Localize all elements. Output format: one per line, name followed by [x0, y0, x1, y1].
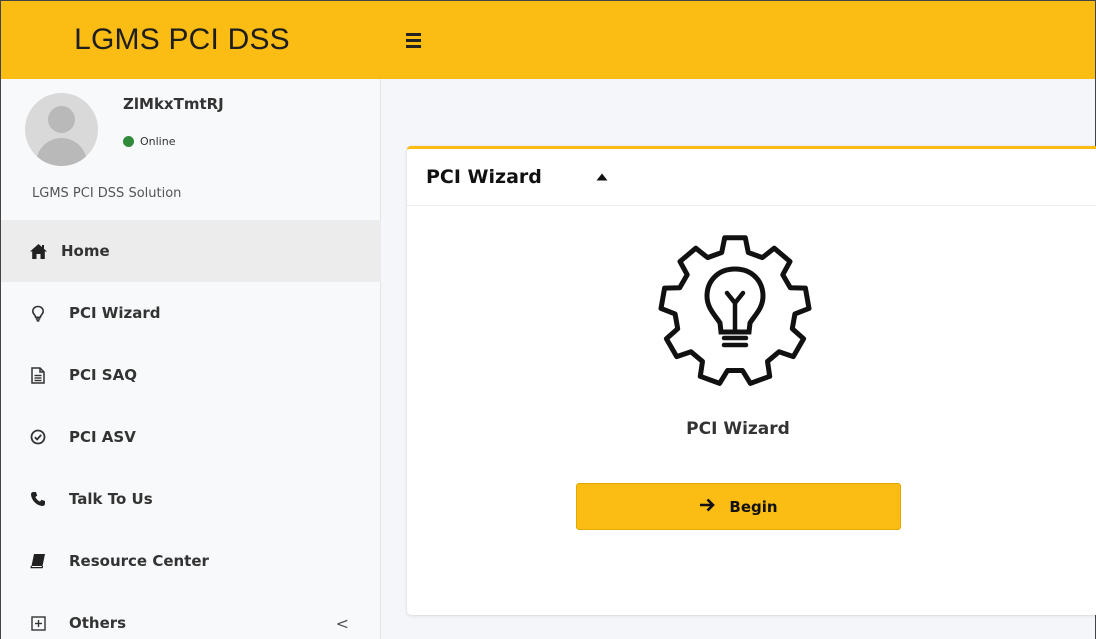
wizard-label: PCI Wizard — [686, 419, 790, 439]
sidebar-item-label: Resource Center — [69, 552, 209, 570]
main-content: PCI Wizard PCI Wizard Begin — [381, 79, 1096, 639]
sidebar-item-label: Talk To Us — [69, 490, 153, 508]
user-name: ZlMkxTmtRJ — [123, 95, 224, 113]
check-circle-icon — [29, 428, 47, 446]
sidebar-item-others[interactable]: Others < — [1, 592, 381, 639]
arrow-right-icon — [699, 498, 716, 516]
plus-square-icon — [29, 614, 47, 632]
avatar — [25, 93, 98, 166]
sidebar: ZlMkxTmtRJ Online LGMS PCI DSS Solution … — [1, 79, 381, 639]
user-status: Online — [123, 135, 175, 148]
sidebar-item-label: PCI Wizard — [69, 304, 161, 322]
phone-icon — [29, 490, 47, 508]
status-label: Online — [140, 135, 176, 148]
sidebar-item-pci-saq[interactable]: PCI SAQ — [1, 344, 381, 406]
hamburger-icon[interactable] — [406, 28, 430, 52]
sidebar-item-home[interactable]: Home — [1, 220, 381, 282]
begin-button[interactable]: Begin — [576, 483, 901, 530]
pci-wizard-card: PCI Wizard PCI Wizard Begin — [407, 146, 1096, 615]
sidebar-item-label: PCI SAQ — [69, 366, 137, 384]
document-icon — [29, 366, 47, 384]
caret-up-icon[interactable] — [592, 167, 612, 187]
top-bar: LGMS PCI DSS — [1, 1, 1095, 79]
sidebar-item-pci-wizard[interactable]: PCI Wizard — [1, 282, 381, 344]
card-header: PCI Wizard — [407, 149, 1096, 206]
sidebar-item-talk-to-us[interactable]: Talk To Us — [1, 468, 381, 530]
sidebar-item-pci-asv[interactable]: PCI ASV — [1, 406, 381, 468]
sidebar-item-label: PCI ASV — [69, 428, 136, 446]
gear-lightbulb-icon — [635, 231, 835, 391]
brand-logo[interactable]: LGMS PCI DSS — [1, 1, 379, 79]
sidebar-item-label: Home — [61, 242, 110, 260]
lightbulb-icon — [29, 304, 47, 322]
sidebar-header: LGMS PCI DSS Solution — [32, 186, 182, 201]
book-icon — [29, 552, 47, 570]
online-dot-icon — [123, 136, 134, 147]
sidebar-item-label: Others — [69, 614, 127, 632]
card-title: PCI Wizard — [426, 166, 542, 188]
user-panel: ZlMkxTmtRJ Online — [1, 79, 380, 171]
home-icon — [29, 242, 47, 260]
begin-button-label: Begin — [729, 497, 778, 516]
chevron-left-icon[interactable]: < — [336, 614, 349, 633]
sidebar-item-resource-center[interactable]: Resource Center — [1, 530, 381, 592]
sidebar-nav: Home PCI Wizard PCI SAQ PCI ASV Talk To … — [1, 220, 381, 639]
